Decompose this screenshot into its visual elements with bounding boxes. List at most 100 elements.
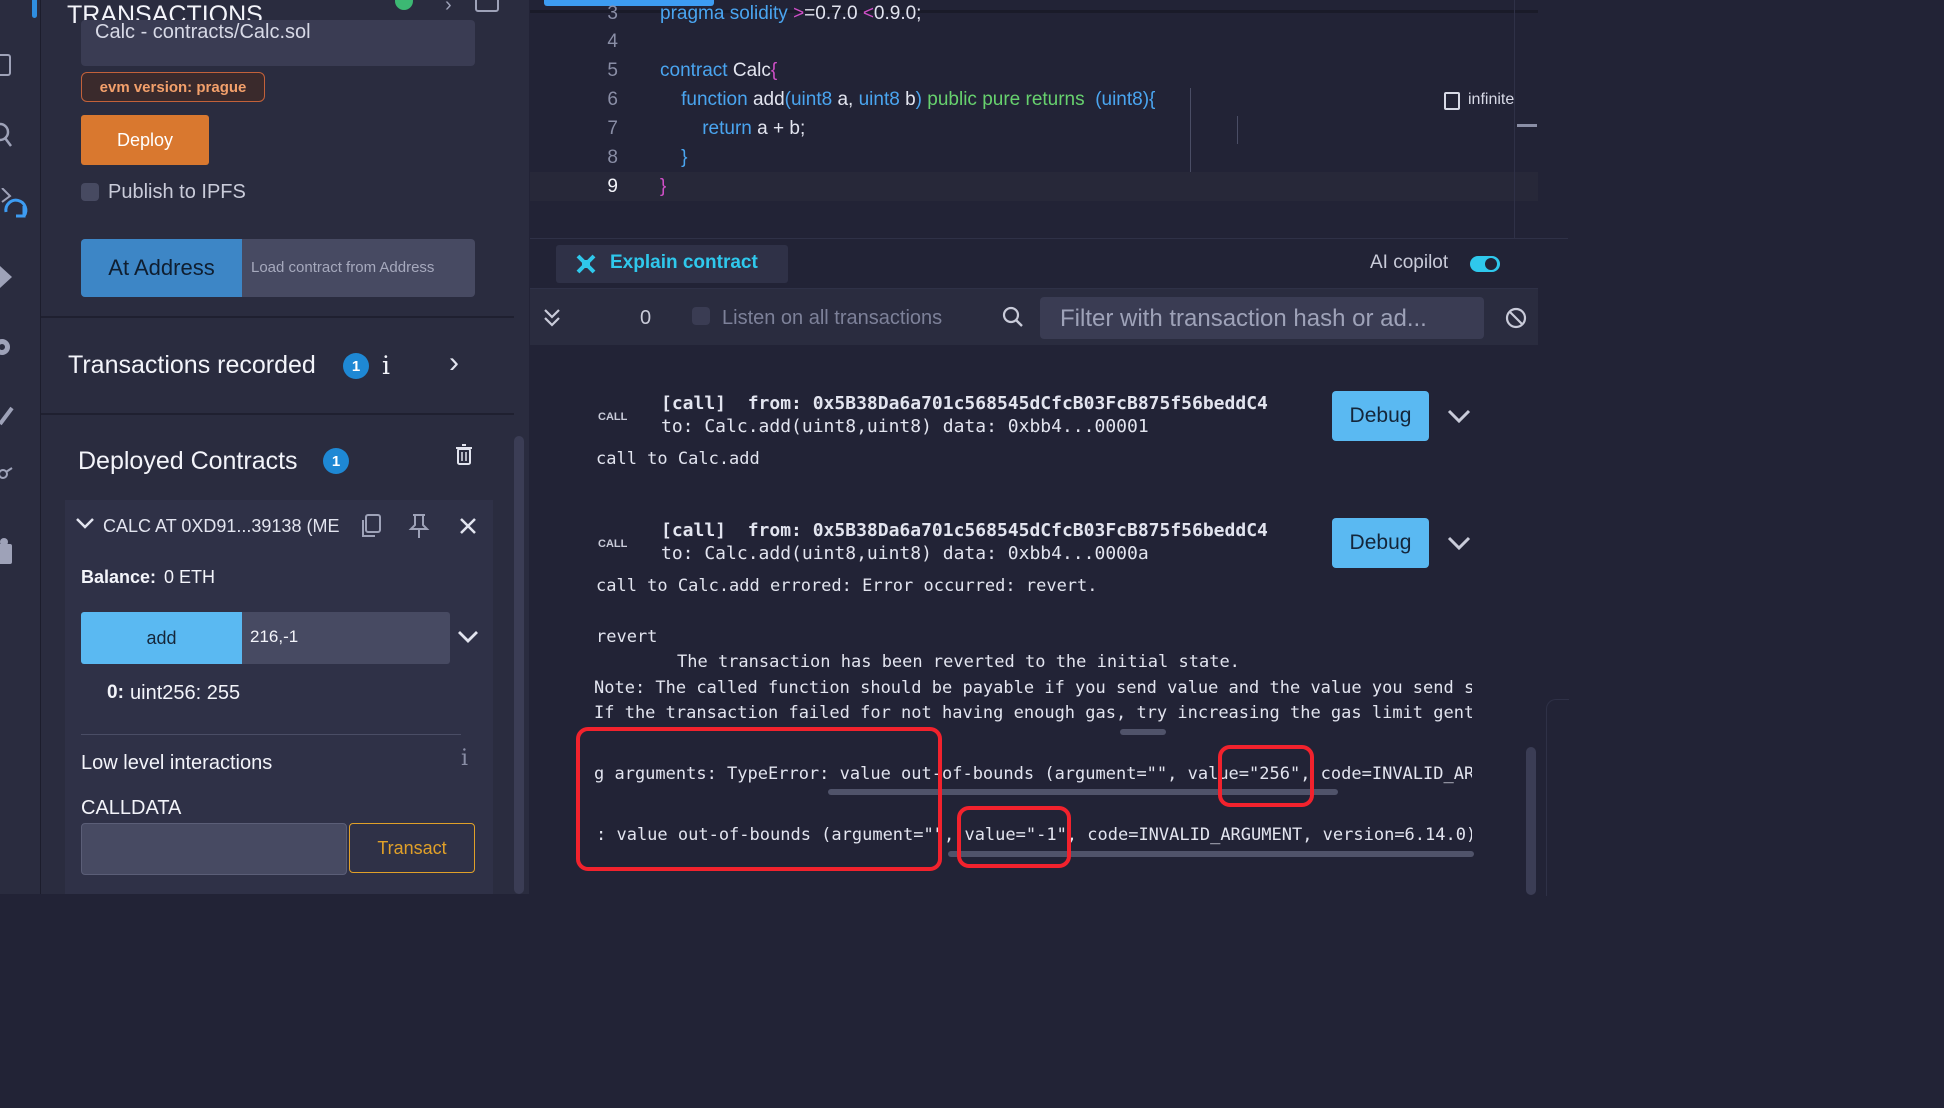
publish-ipfs-checkbox[interactable] <box>81 183 99 201</box>
line-number: 3 <box>607 3 618 24</box>
clear-console-icon[interactable] <box>1505 307 1527 334</box>
deploy-run-icon[interactable] <box>0 188 28 218</box>
line-number: 5 <box>607 60 618 81</box>
code-line: 7 return a + b; <box>530 114 1538 143</box>
tx-summary: call to Calc.add <box>596 449 760 469</box>
listen-label: Listen on all transactions <box>722 307 943 329</box>
add-args-value: 216,-1 <box>250 627 299 646</box>
file-explorer-icon[interactable] <box>0 52 14 76</box>
tx-count: 0 <box>640 307 652 329</box>
trash-icon[interactable] <box>455 444 473 471</box>
explain-contract-button[interactable]: Explain contract <box>556 245 788 283</box>
tx-to-line: to: Calc.add(uint8,uint8) data: 0xbb4...… <box>661 416 1149 437</box>
code-line: 6 function add(uint8 a, uint8 b) public … <box>530 85 1538 114</box>
code-text: contract Calc{ <box>660 60 778 81</box>
ai-sparkle-icon <box>576 254 596 279</box>
terminal-scrollbar[interactable] <box>1526 747 1536 895</box>
publish-ipfs-label: Publish to IPFS <box>108 181 246 203</box>
deployed-count: 1 <box>323 448 349 474</box>
at-address-group: At Address Load contract from Address <box>81 239 475 297</box>
annotation-box <box>576 727 942 871</box>
icon-sidebar <box>0 0 41 894</box>
divider <box>41 413 514 415</box>
ai-copilot-toggle[interactable] <box>1470 256 1500 272</box>
expand-tx-chevron-icon[interactable] <box>1446 535 1472 556</box>
load-address-input[interactable]: Load contract from Address <box>251 239 434 297</box>
add-function-button[interactable]: add <box>81 612 242 664</box>
contract-instance: CALC AT 0XD91...39138 (ME Balance: 0 ETH… <box>65 500 493 894</box>
call-tag: CALL <box>598 538 628 550</box>
code-line: 3 pragma solidity >=0.7.0 <0.9.0; <box>530 0 1538 28</box>
calldata-input[interactable] <box>81 823 347 875</box>
minimap-marker <box>1517 124 1537 127</box>
filter-input[interactable]: Filter with transaction hash or ad... <box>1040 297 1484 339</box>
line-number: 6 <box>607 89 618 110</box>
gas-pump-icon <box>1444 92 1460 110</box>
key-icon[interactable] <box>0 466 14 480</box>
puzzle-icon[interactable] <box>0 536 14 564</box>
tx-to-line: to: Calc.add(uint8,uint8) data: 0xbb4...… <box>661 543 1149 564</box>
info-icon[interactable]: i <box>461 746 468 771</box>
line-number: 9 <box>607 176 618 197</box>
divider <box>81 734 461 735</box>
chevron-right-icon[interactable]: › <box>449 346 459 380</box>
line-number: 4 <box>607 31 618 52</box>
chevron-right-icon[interactable]: › <box>445 0 452 17</box>
tx-from-line: [call] from: 0x5B38Da6a701c568545dCfcB03… <box>661 520 1268 541</box>
window-icon[interactable] <box>475 0 499 12</box>
plugin-icon[interactable] <box>0 402 14 426</box>
expand-tx-chevron-icon[interactable] <box>1446 408 1472 429</box>
code-line-active: 9 } <box>530 172 1538 201</box>
explain-contract-label: Explain contract <box>610 252 758 273</box>
at-address-button[interactable]: At Address <box>81 239 242 297</box>
deployed-label: Deployed Contracts <box>78 447 298 475</box>
note-message: Note: The called function should be paya… <box>594 678 1472 698</box>
shield-icon <box>395 0 413 10</box>
info-icon[interactable]: i <box>382 351 390 380</box>
copy-icon[interactable] <box>359 513 383 544</box>
evm-version-tag: evm version: prague <box>81 72 265 102</box>
deploy-panel: TRANSACTIONS › Calc - contracts/Calc.sol… <box>41 0 529 894</box>
debug-button[interactable]: Debug <box>1332 518 1429 568</box>
deploy-button[interactable]: Deploy <box>81 115 209 165</box>
transact-button[interactable]: Transact <box>349 823 475 873</box>
search-icon[interactable] <box>0 122 14 147</box>
expand-args-chevron-icon[interactable] <box>457 629 479 650</box>
collapse-terminal-icon[interactable] <box>543 308 561 333</box>
balance-label: Balance: <box>81 567 157 587</box>
minimap[interactable] <box>1514 0 1539 238</box>
indent-guide <box>1190 88 1191 172</box>
indent-guide <box>1237 116 1238 144</box>
tx-recorded-label: Transactions recorded <box>68 351 316 379</box>
pin-icon[interactable] <box>407 512 431 545</box>
right-edge-divider <box>1546 699 1569 896</box>
close-icon[interactable] <box>459 517 477 540</box>
debugger-icon[interactable] <box>0 264 14 288</box>
code-text: } <box>660 176 667 197</box>
code-line: 4 <box>530 27 1538 56</box>
debug-button[interactable]: Debug <box>1332 391 1429 441</box>
transactions-recorded-header[interactable]: Transactions recorded 1 i › <box>41 340 514 396</box>
panel-scrollbar[interactable] <box>514 436 524 894</box>
search-icon[interactable] <box>1002 306 1024 333</box>
code-text: function add(uint8 a, uint8 b) public pu… <box>681 89 1156 110</box>
divider <box>41 316 514 318</box>
instance-title: CALC AT 0XD91...39138 (ME <box>103 516 340 536</box>
code-line: 8 } <box>530 143 1538 172</box>
chevron-down-icon[interactable] <box>75 516 95 535</box>
low-level-label: Low level interactions <box>81 752 273 774</box>
call-tag: CALL <box>598 411 628 423</box>
toggle-knob <box>1485 258 1497 270</box>
code-text: } <box>681 147 688 168</box>
tx-recorded-count: 1 <box>343 353 369 379</box>
add-args-input[interactable]: 216,-1 <box>242 612 450 664</box>
listen-checkbox[interactable] <box>692 307 710 325</box>
contract-select[interactable]: Calc - contracts/Calc.sol <box>81 20 475 66</box>
line-number: 7 <box>607 118 618 139</box>
settings-icon[interactable] <box>0 334 14 355</box>
annotation-box <box>957 806 1071 868</box>
balance-value: 0 ETH <box>164 567 216 587</box>
line-number: 8 <box>607 147 618 168</box>
text-scrollbar[interactable] <box>1120 729 1166 735</box>
code-editor[interactable]: 3 pragma solidity >=0.7.0 <0.9.0; 4 5 co… <box>530 0 1568 238</box>
